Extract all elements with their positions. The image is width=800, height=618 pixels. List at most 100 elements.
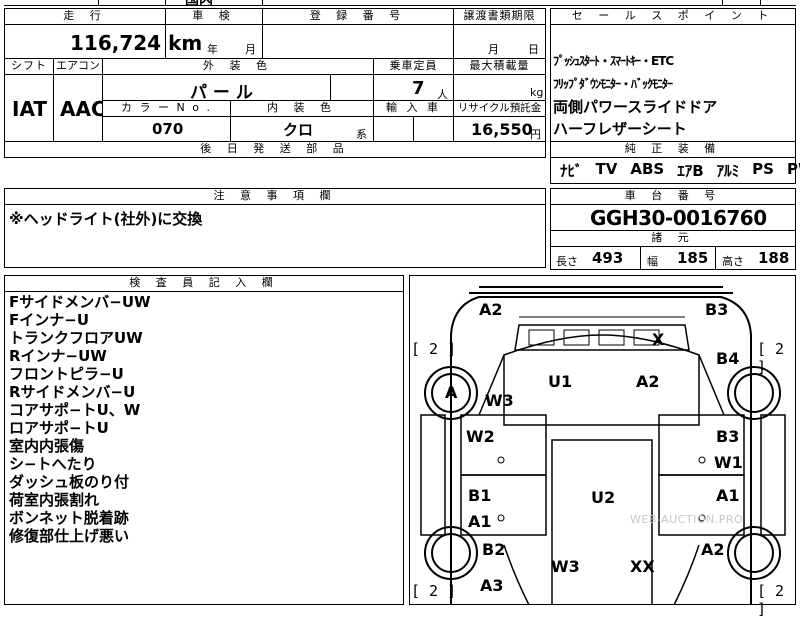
height-label: 高さ — [722, 255, 744, 268]
door-right-rear — [658, 474, 745, 536]
specs-divider-2 — [715, 246, 716, 270]
top-partial-text: 国内 — [185, 0, 213, 6]
specs-divider-1 — [640, 246, 641, 270]
aircon-value: AAC — [60, 97, 106, 121]
tire-count-rear-left: [ 2 ] — [411, 582, 457, 600]
max-load-header: 最大積載量 — [453, 58, 546, 75]
damage-label: W2 — [466, 427, 495, 446]
inspector-notes: Fサイドメンバ−UW Fインナ−U トランクフロアUW Rインナ−UW フロント… — [9, 293, 151, 545]
damage-label: U2 — [591, 488, 616, 507]
caution-text: ※ヘッドライト(社外)に交換 — [9, 210, 203, 228]
damage-label: A1 — [716, 486, 740, 505]
sales-points-line-4: ハーフレザーシート — [553, 120, 687, 138]
inspector-note: Rサイドメンバ−U — [9, 383, 136, 401]
door-handle-rf — [698, 456, 706, 464]
top-strip-divider-1 — [98, 0, 99, 6]
registration-header: 登 録 番 号 — [262, 8, 454, 25]
inspector-note: Fインナ−U — [9, 311, 89, 329]
rear-quarter-left — [503, 544, 530, 605]
right-side-strip — [760, 414, 786, 536]
damage-label: U1 — [548, 372, 573, 391]
later-parts-header: 後 日 発 送 部 品 — [4, 141, 546, 158]
damage-label: A — [445, 383, 458, 402]
import-car-header: 輸 入 車 — [373, 100, 454, 117]
inspector-note: Rインナ−UW — [9, 347, 107, 365]
capacity-header: 乗車定員 — [373, 58, 454, 75]
interior-color-value: クロ — [283, 121, 314, 139]
top-strip-divider-4 — [722, 0, 723, 6]
inspector-note: ダッシュ板のり付 — [9, 473, 130, 491]
import-car-divider — [413, 116, 414, 142]
rear-quarter-right — [673, 544, 700, 605]
inspection-month-unit: 月 — [245, 43, 256, 56]
damage-label: A2 — [479, 300, 503, 319]
watermark: WEB-AUCTION.PRO — [630, 513, 744, 526]
sales-points-line-2: ﾌﾘｯﾌﾟﾀﾞｳﾝﾓﾆﾀｰ・ﾊﾞｯｸﾓﾆﾀｰ — [553, 77, 673, 91]
equipment-tv: TV — [595, 160, 618, 178]
equipment-airbag: ｴｱB — [677, 162, 704, 180]
caution-header: 注 意 事 項 欄 — [4, 188, 546, 205]
chassis-header: 車 台 番 号 — [550, 188, 796, 205]
length-label: 長さ — [556, 255, 578, 268]
left-side-strip — [420, 414, 446, 536]
damage-label: B1 — [468, 486, 492, 505]
aircon-header: エアコン — [53, 58, 103, 75]
inspection-year-unit: 年 — [207, 43, 218, 56]
length-value: 493 — [592, 249, 624, 267]
tire-count-rear-right: [ 2 ] — [757, 582, 785, 618]
damage-label: XX — [630, 557, 655, 576]
inspector-note: トランクフロアUW — [9, 329, 143, 347]
front-bumper — [469, 286, 733, 294]
inspector-note: 修復部仕上げ悪い — [9, 527, 130, 545]
color-no-value: 070 — [152, 120, 184, 138]
damage-label: B2 — [482, 540, 506, 559]
tire-count-front-left: [ 2 ] — [411, 340, 457, 358]
equipment-navi: ﾅﾋﾞ — [560, 162, 583, 180]
equipment-list: ﾅﾋﾞ TV ABS ｴｱB ｱﾙﾐ PS PW — [560, 160, 800, 181]
shift-header: シフト — [4, 58, 54, 75]
recycle-unit: 円 — [530, 128, 541, 141]
equipment-abs: ABS — [630, 160, 665, 178]
damage-label: A2 — [636, 372, 660, 391]
top-strip-divider-2 — [165, 0, 166, 6]
damage-label: A1 — [468, 512, 492, 531]
damage-label: W3 — [551, 557, 580, 576]
transfer-day-unit: 日 — [528, 43, 539, 56]
sales-points-header: セ ー ル ス ポ イ ン ト — [550, 8, 796, 25]
recycle-header: リサイクル預託金 — [453, 100, 546, 117]
damage-label: B4 — [716, 349, 740, 368]
interior-color-header: 内 装 色 — [230, 100, 374, 117]
transfer-month-unit: 月 — [488, 43, 499, 56]
capacity-value: 7 — [412, 78, 425, 99]
damage-label: A2 — [701, 540, 725, 559]
inspector-note: シ−トへたり — [9, 455, 97, 473]
wheel-front-right-inner — [734, 373, 774, 413]
inspector-note: ボンネット脱着跡 — [9, 509, 129, 527]
damage-label: B3 — [716, 427, 740, 446]
width-label: 幅 — [647, 255, 658, 268]
color-no-header: カ ラ ー N o . — [102, 100, 231, 117]
inspector-note: Fサイドメンバ−UW — [9, 293, 151, 311]
inspector-note: 室内内張傷 — [9, 437, 85, 455]
top-strip — [4, 0, 796, 6]
damage-label: X — [652, 330, 665, 349]
equipment-alloy: ｱﾙﾐ — [716, 162, 740, 180]
door-handle-lr — [497, 514, 505, 522]
inspector-note: 荷室内張割れ — [9, 491, 100, 509]
damage-label: W1 — [714, 453, 743, 472]
damage-label: B3 — [705, 300, 729, 319]
inspector-note: ロアサポ−トU — [9, 419, 109, 437]
exterior-color-header: 外 装 色 — [102, 58, 374, 75]
mileage-number: 116,724 — [70, 31, 162, 55]
damage-label: A3 — [480, 576, 504, 595]
top-strip-divider-5 — [760, 0, 761, 6]
width-value: 185 — [677, 249, 709, 267]
specs-row: 長さ 493 幅 185 高さ 188 — [550, 246, 796, 270]
inspector-note: フロントピラ−U — [9, 365, 124, 383]
top-strip-divider-3 — [262, 0, 263, 6]
inspection-header: 車 検 — [165, 8, 263, 25]
equipment-ps: PS — [752, 160, 774, 178]
recycle-value: 16,550 — [471, 120, 533, 139]
inspector-header: 検 査 員 記 入 欄 — [4, 275, 404, 292]
max-load-unit: kg — [530, 86, 544, 99]
